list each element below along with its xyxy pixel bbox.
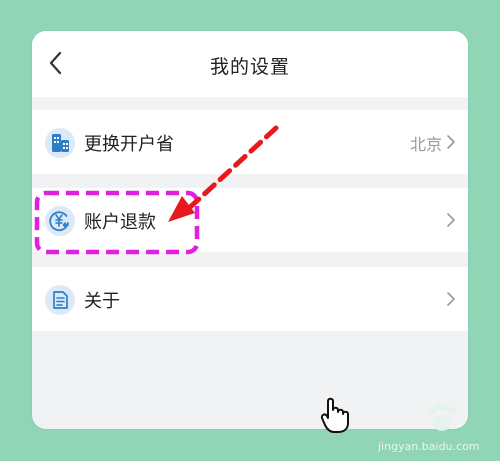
chevron-right-icon [447, 213, 455, 227]
settings-row-label: 关于 [84, 291, 120, 312]
document-icon [45, 285, 75, 315]
building-icon [45, 128, 75, 158]
phone-screen: 我的设置 更换开户省 北京 账户退款 关于 [32, 31, 468, 429]
settings-row-value: 北京 [409, 135, 442, 154]
chevron-right-icon [447, 135, 455, 149]
settings-row-account-refund[interactable]: 账户退款 [32, 188, 468, 252]
settings-row-label: 账户退款 [84, 212, 156, 233]
chevron-right-icon [447, 292, 455, 306]
settings-row-label: 更换开户省 [84, 134, 174, 155]
header: 我的设置 [32, 31, 468, 97]
settings-row-change-province[interactable]: 更换开户省 北京 [32, 110, 468, 174]
watermark-url: jingyan.baidu.com [378, 440, 480, 453]
settings-row-about[interactable]: 关于 [32, 267, 468, 331]
refund-icon [45, 206, 75, 236]
page-title: 我的设置 [209, 56, 290, 78]
